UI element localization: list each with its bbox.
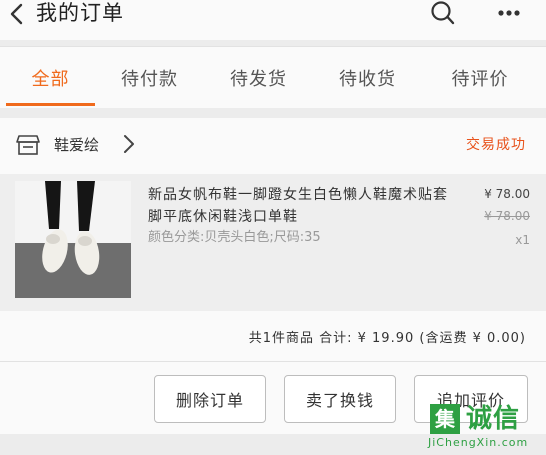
chevron-right-icon xyxy=(121,132,141,158)
watermark-logo: 集 诚信 JiChengXin.com xyxy=(426,404,542,452)
watermark-box: 集 xyxy=(430,404,460,434)
order-tabs: 全部 待付款 待发货 待收货 待评价 xyxy=(0,46,546,108)
divider xyxy=(0,361,546,362)
order-status: 交易成功 xyxy=(466,137,526,153)
page-title: 我的订单 xyxy=(36,1,124,25)
order-item[interactable]: 新品女帆布鞋一脚蹬女生白色懒人鞋魔术贴套脚平底休闲鞋浅口单鞋 颜色分类:贝壳头白… xyxy=(0,174,546,311)
tab-pending-payment[interactable]: 待付款 xyxy=(105,47,194,109)
chevron-left-icon[interactable] xyxy=(4,0,28,28)
search-icon[interactable] xyxy=(428,0,458,26)
shop-header[interactable]: 鞋爱绘 交易成功 xyxy=(0,118,546,172)
product-original-price: ¥ 78.00 xyxy=(484,209,530,223)
tab-pending-review[interactable]: 待评价 xyxy=(432,47,528,109)
delete-order-button[interactable]: 删除订单 xyxy=(154,375,266,423)
product-price: ¥ 78.00 xyxy=(484,187,530,201)
product-name: 新品女帆布鞋一脚蹬女生白色懒人鞋魔术贴套脚平底休闲鞋浅口单鞋 xyxy=(148,187,448,225)
tab-pending-shipment[interactable]: 待发货 xyxy=(214,47,303,109)
watermark-url: JiChengXin.com xyxy=(428,436,529,449)
order-summary: 共1件商品 合计: ¥ 19.90 (含运费 ¥ 0.00) xyxy=(248,331,526,346)
shop-name: 鞋爱绘 xyxy=(54,136,100,154)
sell-item-button[interactable]: 卖了换钱 xyxy=(284,375,396,423)
top-bar: 我的订单 xyxy=(0,0,546,40)
order-card: 鞋爱绘 交易成功 新品女帆布鞋一脚蹬女生白色懒人鞋魔术贴套脚平底休闲鞋浅口单鞋 … xyxy=(0,118,546,434)
product-variant: 颜色分类:贝壳头白色;尺码:35 xyxy=(148,230,321,245)
tab-all[interactable]: 全部 xyxy=(6,47,95,109)
more-dots-icon[interactable] xyxy=(494,0,524,26)
active-tab-indicator xyxy=(6,103,95,106)
product-image xyxy=(15,181,131,298)
tab-pending-receipt[interactable]: 待收货 xyxy=(323,47,412,109)
store-icon xyxy=(16,134,40,156)
product-quantity: x1 xyxy=(515,233,530,247)
watermark-text: 诚信 xyxy=(466,404,521,434)
